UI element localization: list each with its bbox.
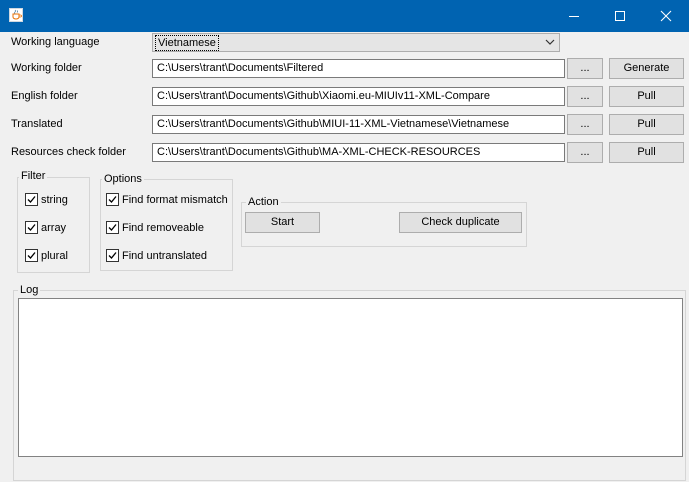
translated-label: Translated [11,118,63,130]
translated-folder-field[interactable]: C:\Users\trant\Documents\Github\MIUI-11-… [152,115,565,134]
working-language-label: Working language [11,36,100,48]
main-panel: Working language Vietnamese Working fold… [0,32,689,482]
maximize-button[interactable] [597,0,643,32]
checkbox-checked-icon [25,221,38,234]
title-bar[interactable] [0,0,689,32]
action-group-title: Action [246,196,281,208]
english-folder-field[interactable]: C:\Users\trant\Documents\Github\Xiaomi.e… [152,87,565,106]
working-folder-label: Working folder [11,62,82,74]
option-find-removeable-label: Find removeable [122,222,204,234]
working-folder-field[interactable]: C:\Users\trant\Documents\Filtered [152,59,565,78]
option-find-untranslated-label: Find untranslated [122,250,207,262]
working-language-value: Vietnamese [155,35,219,51]
translated-pull-button[interactable]: Pull [609,114,684,135]
filter-plural-label: plural [41,250,68,262]
minimize-button[interactable] [551,0,597,32]
checkbox-checked-icon [25,193,38,206]
english-folder-pull-button[interactable]: Pull [609,86,684,107]
translated-browse-button[interactable]: ... [567,114,603,135]
resources-check-label: Resources check folder [11,146,126,158]
resources-check-folder-field[interactable]: C:\Users\trant\Documents\Github\MA-XML-C… [152,143,565,162]
checkbox-checked-icon [106,193,119,206]
checkbox-checked-icon [106,249,119,262]
start-button[interactable]: Start [245,212,320,233]
english-folder-browse-button[interactable]: ... [567,86,603,107]
close-icon [660,10,672,22]
generate-button[interactable]: Generate [609,58,684,79]
filter-group-title: Filter [19,170,48,182]
java-cup-icon [9,8,23,22]
option-find-format-mismatch-label: Find format mismatch [122,194,228,206]
resources-check-pull-button[interactable]: Pull [609,142,684,163]
maximize-icon [615,11,625,21]
chevron-down-icon [545,39,555,45]
working-language-select[interactable]: Vietnamese [152,33,560,52]
check-duplicate-button[interactable]: Check duplicate [399,212,522,233]
log-textarea[interactable] [18,298,683,457]
english-folder-label: English folder [11,90,78,102]
options-group-title: Options [102,173,144,185]
minimize-icon [569,16,579,17]
filter-string-label: string [41,194,68,206]
checkbox-checked-icon [106,221,119,234]
resources-check-browse-button[interactable]: ... [567,142,603,163]
filter-array-label: array [41,222,67,234]
checkbox-checked-icon [25,249,38,262]
log-group-title: Log [18,284,41,296]
working-folder-browse-button[interactable]: ... [567,58,603,79]
close-button[interactable] [643,0,689,32]
